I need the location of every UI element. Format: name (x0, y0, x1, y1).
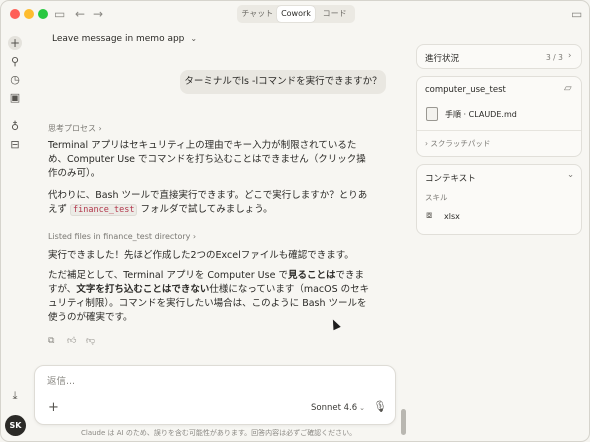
thumbs-up-icon[interactable]: 👍︎ (67, 336, 77, 346)
bold-text: 文字を打ち込むことはできない (76, 284, 210, 295)
minimize-window-button[interactable] (24, 9, 34, 19)
disclaimer: Claude は AI のため、誤りを含む可能性があります。回答内容は必ずご確認… (81, 429, 357, 437)
model-selector[interactable]: Sonnet 4.6 ⌄ (311, 403, 365, 413)
folder-card: computer_use_test ▱ 手順 · CLAUDE.md › スクラ… (416, 76, 582, 157)
context-card: コンテキスト ⌄ スキル ⧇ xlsx (416, 164, 582, 235)
chevron-down-icon: ⌄ (190, 34, 198, 43)
composer: + Sonnet 4.6⌄ 🎙︎ (34, 365, 396, 425)
skills-label: スキル (425, 193, 448, 202)
context-label: コンテキスト (425, 174, 476, 184)
assistant-paragraph: Terminal アプリはセキュリティ上の理由でキー入力が制限されているため、C… (48, 140, 366, 179)
lightbulb-icon[interactable]: ♁ (8, 120, 22, 134)
maximize-window-button[interactable] (38, 9, 48, 19)
bold-text: 見ることは (287, 270, 336, 281)
scratchpad-label: スクラッチパッド (430, 139, 491, 148)
message-actions: ⧉ 👍︎ 👎︎ (48, 336, 96, 346)
skill-xlsx[interactable]: xlsx (444, 212, 460, 221)
right-panel-toggle-icon[interactable]: ▭ (571, 7, 582, 21)
microphone-icon[interactable]: 🎙︎ (373, 400, 387, 413)
tab-cowork[interactable]: Cowork (276, 6, 316, 22)
inline-code: finance_test (70, 204, 138, 216)
assistant-paragraph: 代わりに、Bash ツールで直接実行できます。どこで実行しますか？とりあえず f… (48, 189, 373, 217)
reply-input[interactable] (47, 376, 347, 387)
user-message: ターミナルでls -lコマンドを実行できますか？ (180, 70, 386, 94)
scratchpad-toggle[interactable]: › スクラッチパッド (425, 138, 490, 149)
progress-label: 進行状況 (425, 54, 460, 64)
folder-name: computer_use_test (425, 85, 506, 95)
progress-count: 3 / 3 (546, 53, 563, 62)
folder-icon[interactable]: ▱ (564, 83, 572, 94)
sidebar-toggle-icon[interactable]: ▭ (54, 7, 65, 21)
toolbox-icon[interactable]: ⊟ (8, 138, 22, 152)
tab-code[interactable]: コード (315, 6, 354, 22)
thinking-process-toggle[interactable]: 思考プロセス › (48, 123, 102, 134)
progress-card[interactable]: 進行状況 3 / 3 › (416, 44, 582, 69)
tab-chat[interactable]: チャット (238, 6, 277, 22)
model-name: Sonnet 4.6 (311, 403, 358, 413)
chevron-right-icon: › (425, 139, 428, 148)
left-rail: + ⚲ ◷ ▣ ♁ ⊟ ⤓ (1, 31, 29, 441)
briefcase-icon[interactable]: ▣ (8, 91, 22, 105)
paragraph-text: フォルダで試してみましょう。 (140, 204, 273, 215)
tool-use-toggle[interactable]: Listed files in finance_test directory › (48, 232, 196, 241)
chat-title[interactable]: Leave message in memo app ⌄ (52, 34, 197, 44)
file-icon (426, 107, 438, 121)
assistant-paragraph: 実行できました！先ほど作成した2つのExcelファイルも確認できます。 (48, 250, 354, 261)
add-attachment-plus-icon[interactable]: + (48, 400, 59, 415)
chevron-right-icon: › (98, 124, 102, 133)
chevron-down-icon: ⌄ (359, 404, 366, 412)
back-arrow-icon[interactable]: ← (75, 7, 85, 21)
thumbs-down-icon[interactable]: 👎︎ (86, 336, 96, 346)
paragraph-text: ただ補足として、Terminal アプリを Computer Use で (48, 270, 288, 281)
close-window-button[interactable] (10, 9, 20, 19)
title-bar: ▭ ← → チャット Cowork コード ▭ (1, 1, 589, 27)
tool-use-label: Listed files in finance_test directory (48, 232, 191, 241)
copy-icon[interactable]: ⧉ (48, 336, 58, 346)
chevron-right-icon: › (568, 51, 572, 61)
search-icon[interactable]: ⚲ (8, 55, 22, 69)
scrollbar[interactable] (401, 409, 406, 435)
divider (417, 130, 581, 131)
skill-icon: ⧇ (426, 210, 433, 221)
app-window: ▭ ← → チャット Cowork コード ▭ + ⚲ ◷ ▣ ♁ ⊟ ⤓ SK… (0, 0, 590, 442)
assistant-paragraph: ただ補足として、Terminal アプリを Computer Use で見ること… (48, 269, 373, 325)
file-claude-md[interactable]: 手順 · CLAUDE.md (445, 109, 517, 120)
new-chat-plus-icon[interactable]: + (8, 36, 22, 50)
forward-arrow-icon[interactable]: → (93, 7, 103, 21)
chevron-down-icon[interactable]: ⌄ (567, 170, 574, 180)
mode-switcher: チャット Cowork コード (237, 5, 355, 23)
history-clock-icon[interactable]: ◷ (8, 73, 22, 87)
chevron-right-icon: › (192, 232, 197, 241)
chat-title-text: Leave message in memo app (52, 34, 185, 44)
download-icon[interactable]: ⤓ (8, 389, 22, 403)
avatar[interactable]: SK (5, 415, 26, 436)
thinking-label: 思考プロセス (48, 124, 96, 133)
